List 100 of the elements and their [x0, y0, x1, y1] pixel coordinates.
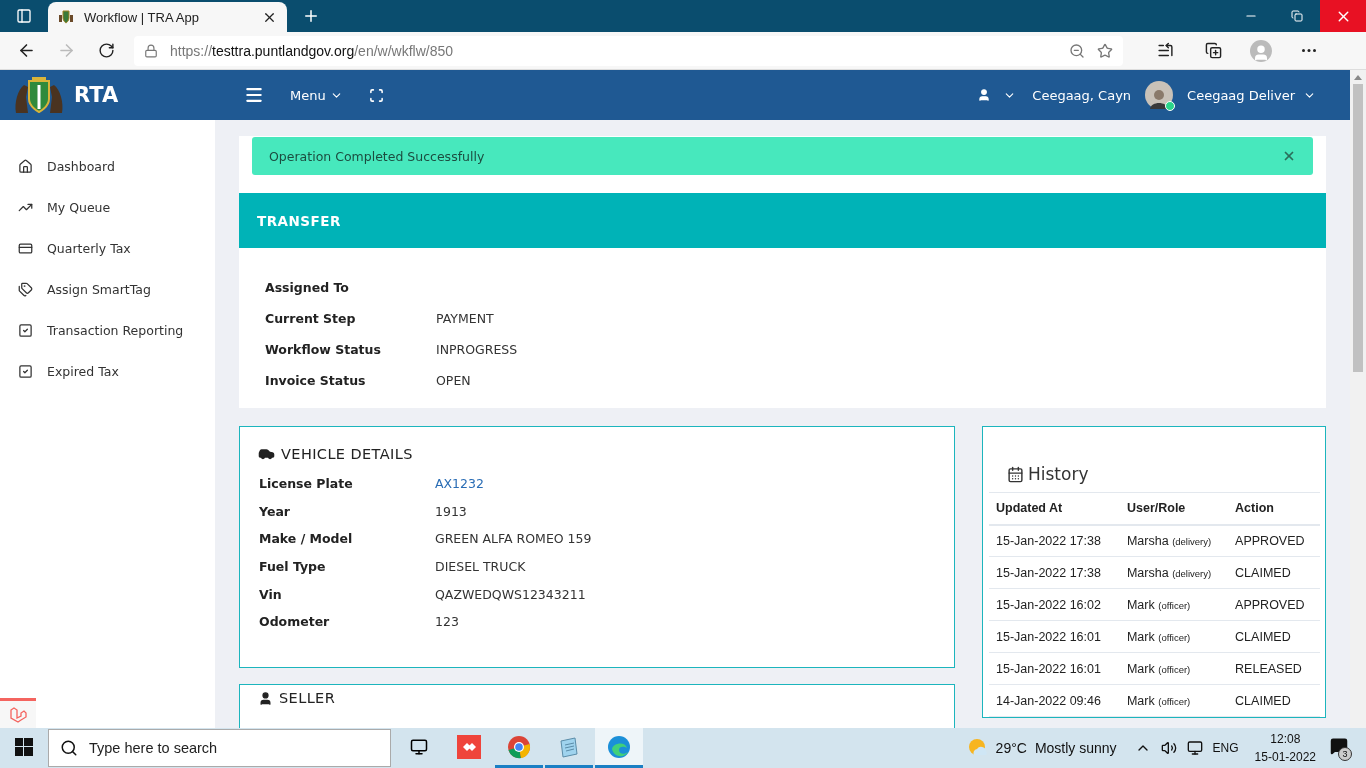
user-name: Marsha	[1126, 565, 1169, 580]
user-name: Mark	[1126, 661, 1155, 676]
volume-icon[interactable]	[1160, 740, 1177, 756]
debugbar-icon	[9, 705, 27, 724]
app-icon	[457, 734, 481, 759]
checkbox-icon	[18, 364, 33, 379]
user-icon	[977, 88, 992, 102]
plate-link[interactable]: AX1232	[435, 476, 935, 492]
field-label: Workflow Status	[265, 342, 382, 357]
sidebar-item[interactable]: Transaction Reporting	[0, 310, 215, 351]
field-value: QAZWEDQWS12343211	[435, 586, 587, 602]
tab-actions-icon[interactable]	[16, 8, 32, 24]
field-value: GREEN ALFA ROMEO 159	[435, 531, 593, 547]
scrollbar[interactable]	[1350, 70, 1366, 728]
taskbar-search-field[interactable]: Type here to search	[48, 729, 391, 767]
weather-icon	[967, 738, 988, 758]
checkbox-icon	[18, 323, 33, 338]
clock[interactable]: 12:08 15-01-2022	[1254, 730, 1316, 766]
restore-icon[interactable]	[1291, 10, 1303, 22]
field-label: Odometer	[259, 614, 331, 630]
section-title: VEHICLE DETAILS	[281, 445, 413, 462]
table-cell: CLAIMED	[1228, 620, 1320, 653]
notification-count: 3	[1338, 747, 1352, 761]
zoom-out-icon[interactable]	[1069, 42, 1085, 59]
field-value: DIESEL TRUCK	[435, 559, 527, 575]
section-header: TRANSFER	[239, 193, 1326, 248]
profile-avatar[interactable]	[1145, 81, 1174, 109]
column-header: User/Role	[1119, 492, 1229, 525]
windows-icon	[15, 737, 33, 756]
user-name: Ceegaag, Cayn	[1032, 87, 1132, 103]
role-label: (delivery)	[1172, 535, 1212, 547]
brand-name: RTA	[74, 83, 119, 107]
menu-icon	[244, 85, 264, 105]
role-label: (officer)	[1158, 695, 1191, 707]
field-value: 1913	[435, 503, 468, 519]
role-label: (officer)	[1158, 663, 1191, 675]
sidebar-item[interactable]: Assign SmartTag	[0, 269, 215, 310]
url-text: https://testtra.puntlandgov.org/en/w/wkflw/850	[170, 42, 455, 59]
field-label: Make / Model	[259, 531, 354, 547]
weather-text: Mostly sunny	[1034, 740, 1117, 756]
browser-tab[interactable]: Workflow | TRA App	[48, 2, 287, 32]
scroll-up-icon[interactable]	[1354, 74, 1362, 80]
column-header: Action	[1228, 492, 1320, 525]
search-icon	[60, 739, 78, 757]
sidebar-item[interactable]: Dashboard	[0, 146, 215, 187]
role-label: (delivery)	[1172, 567, 1212, 579]
table-cell: RELEASED	[1228, 652, 1320, 685]
section-title: SELLER	[279, 690, 336, 706]
field-value: OPEN	[436, 373, 472, 388]
more-icon	[1302, 49, 1316, 52]
add-favorite-icon[interactable]	[1097, 42, 1113, 59]
table-cell: CLAIMED	[1228, 684, 1320, 717]
role-label: (officer)	[1158, 599, 1191, 611]
field-label: Year	[259, 503, 291, 519]
reload-icon	[97, 42, 115, 59]
table-cell: CLAIMED	[1228, 556, 1320, 589]
table-cell: APPROVED	[1228, 588, 1320, 621]
column-header: Updated At	[989, 492, 1120, 525]
field-label: Invoice Status	[265, 373, 367, 388]
emblem-icon	[58, 9, 74, 25]
task-view-icon	[410, 737, 428, 756]
network-icon[interactable]	[1186, 740, 1203, 756]
home-icon	[18, 159, 33, 174]
sidebar-item[interactable]: Expired Tax	[0, 351, 215, 392]
field-value: 123	[435, 614, 460, 630]
table-cell: 15-Jan-2022 16:01	[989, 620, 1120, 653]
user-name: Mark	[1126, 629, 1155, 644]
browser-icon	[607, 734, 631, 759]
tags-icon	[18, 282, 33, 297]
table-cell: 15-Jan-2022 16:02	[989, 588, 1120, 621]
lock-icon	[144, 43, 158, 58]
person-icon	[258, 690, 273, 706]
card-icon	[18, 241, 33, 256]
tab-title: Workflow | TRA App	[84, 9, 200, 25]
calendar-icon	[1007, 465, 1024, 483]
field-label: License Plate	[259, 476, 354, 492]
table-cell: APPROVED	[1228, 524, 1320, 557]
table-cell: 14-Jan-2022 09:46	[989, 684, 1120, 717]
menu-dropdown[interactable]: Menu	[284, 83, 349, 107]
role-label: (officer)	[1158, 631, 1191, 643]
sidebar-item[interactable]: My Queue	[0, 187, 215, 228]
address-field[interactable]: https://testtra.puntlandgov.org/en/w/wkflw/850	[134, 35, 1123, 66]
field-value: INPROGRESS	[436, 342, 519, 357]
fullscreen-icon	[368, 87, 384, 103]
temperature-text: 29°C	[995, 740, 1027, 756]
new-tab-icon[interactable]	[302, 7, 320, 25]
user-name: Mark	[1126, 693, 1155, 708]
language-indicator[interactable]: ENG	[1212, 741, 1239, 755]
user-name: Marsha	[1126, 533, 1169, 548]
sidebar-item[interactable]: Quarterly Tax	[0, 228, 215, 269]
table-cell: 15-Jan-2022 17:38	[989, 556, 1120, 589]
field-label: Fuel Type	[259, 559, 327, 575]
notepad-icon	[557, 734, 581, 759]
field-label: Current Step	[265, 311, 357, 326]
taskbar-app-button[interactable]	[595, 728, 643, 768]
user-name: Mark	[1126, 597, 1155, 612]
table-cell: 15-Jan-2022 16:01	[989, 652, 1120, 685]
profile-dropdown[interactable]: Ceegaag Deliver	[1181, 83, 1322, 107]
table-cell: 15-Jan-2022 17:38	[989, 524, 1120, 557]
field-label: Vin	[259, 586, 283, 602]
